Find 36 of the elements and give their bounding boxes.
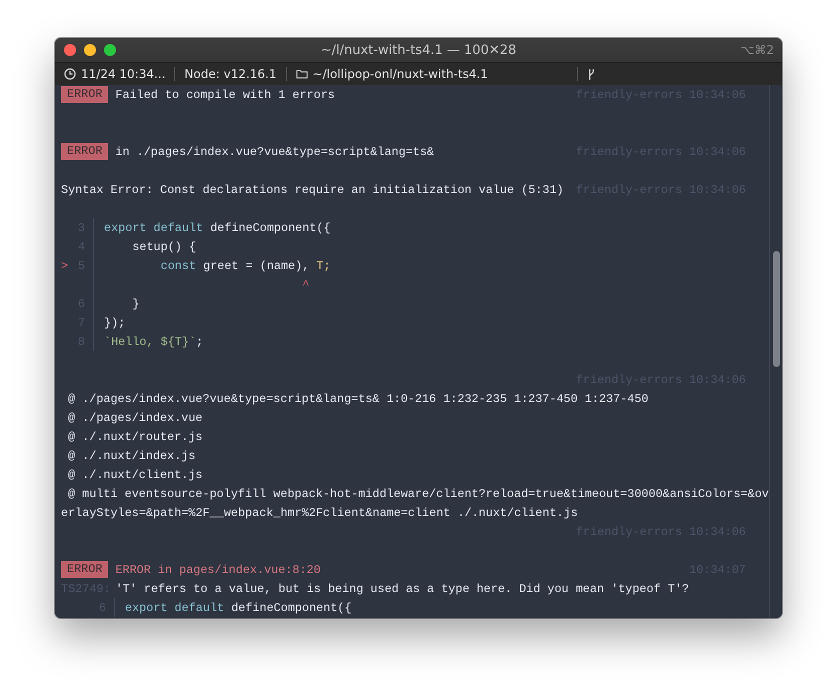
code-line: `Hello, ${T}`;: [104, 334, 204, 348]
status-text: ~/lollipop-onl/nuxt-with-ts4.1: [312, 67, 488, 81]
code-line: const greet = (name), T;: [160, 258, 331, 272]
log-message: ERROR in pages/index.vue:8:20: [115, 562, 321, 576]
stack-trace-line: @ ./.nuxt/client.js: [67, 468, 203, 482]
error-pointer: >: [61, 258, 68, 272]
code-line: });: [104, 316, 126, 330]
window-shortcut: ⌥⌘2: [740, 43, 775, 57]
code-line: export default defineComponent({: [125, 600, 352, 614]
error-badge: ERROR: [61, 86, 108, 103]
log-message: Failed to compile with 1 errors: [115, 88, 335, 102]
stack-trace-line: @ ./pages/index.vue: [67, 410, 203, 424]
minimize-button[interactable]: [84, 44, 96, 56]
stack-trace-line: @ ./pages/index.vue?vue&type=script&lang=ts& 1:0-216 1:232-235 1:237-450 1:237-450: [67, 392, 649, 406]
window-title: ~/l/nuxt-with-ts4.1 — 100✕28: [320, 42, 516, 58]
status-text: Node: v12.16.1: [184, 67, 277, 81]
close-button[interactable]: [64, 44, 76, 56]
error-badge: ERROR: [61, 561, 108, 578]
clock-icon: [64, 68, 76, 80]
error-badge: ERROR: [61, 143, 108, 160]
stack-trace-line: @ ./.nuxt/router.js: [67, 430, 203, 444]
stack-trace-line: @ ./.nuxt/index.js: [67, 448, 196, 462]
git-branch-icon: [586, 68, 596, 80]
log-message: 'T' refers to a value, but is being used as a type here. Did you mean 'typeof T'?: [116, 582, 689, 596]
status-text: 11/24 10:34...: [81, 67, 166, 81]
zoom-button[interactable]: [104, 44, 116, 56]
code-line: }: [131, 296, 140, 310]
code-line: ^: [301, 278, 310, 292]
code-line: setup() {: [131, 240, 196, 254]
scrollbar-thumb[interactable]: [772, 251, 780, 367]
log-message: in ./pages/index.vue?vue&type=script&lang=ts&: [115, 144, 434, 158]
code-line: export default defineComponent({: [104, 220, 331, 234]
stack-trace-line: @ multi eventsource-polyfill webpack-hot-middleware/client?reload=true&timeout=30000&ansiColors=&ov: [67, 486, 769, 500]
folder-icon: [296, 68, 308, 80]
log-message: Syntax Error: Const declarations require an initialization value (5:31): [61, 182, 564, 196]
log-message: erlayStyles=&path=%2F__webpack_hmr%2Fclient&name=client ./.nuxt/client.js: [61, 506, 578, 520]
